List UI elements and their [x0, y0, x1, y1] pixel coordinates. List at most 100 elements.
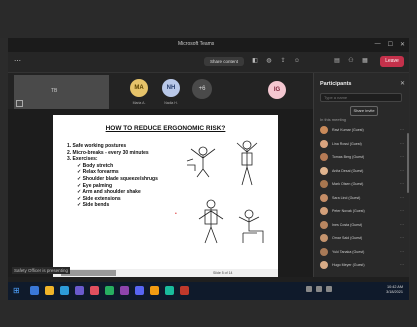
participant-row[interactable]: Ines Costa (Guest) ⋯	[318, 220, 406, 231]
participant-more-icon[interactable]: ⋯	[400, 127, 404, 132]
participant-more-icon[interactable]: ⋯	[400, 181, 404, 186]
taskbar-app-icon[interactable]	[30, 286, 39, 295]
video-tile[interactable]: TB	[14, 75, 109, 109]
share-content-pill[interactable]: Share content	[204, 57, 244, 66]
taskbar-app-icon[interactable]	[45, 286, 54, 295]
presentation-slide: HOW TO REDUCE ERGONOMIC RISK? 1. Safe wo…	[53, 115, 278, 275]
system-tray	[306, 286, 332, 292]
windows-start-icon[interactable]: ⊞	[13, 286, 22, 295]
participant-row[interactable]: Hugo Meyer (Guest) ⋯	[318, 260, 406, 271]
participant-name: Ines Costa (Guest)	[332, 222, 363, 227]
view-icon[interactable]: ▦	[361, 57, 369, 65]
meeting-toolbar: ⋯ Share content ◧ ◍ ⇪ ☺ ▤ ⚇ ▦ Leave	[8, 52, 409, 73]
participant-row[interactable]: Ravi Kumar (Guest) ⋯	[318, 125, 406, 136]
participant-name: Anita Desai (Guest)	[332, 168, 364, 173]
participant-row[interactable]: Yuki Tanaka (Guest) ⋯	[318, 247, 406, 258]
maximize-icon[interactable]: ☐	[388, 41, 393, 48]
participant-avatar	[320, 247, 328, 256]
system-clock[interactable]: 10:42 AM 3/18/2021	[386, 285, 403, 295]
taskbar-app-icon[interactable]	[180, 286, 189, 295]
taskbar-app-icon[interactable]	[60, 286, 69, 295]
participant-avatar	[320, 126, 328, 134]
participant-more-icon[interactable]: ⋯	[400, 222, 404, 227]
participants-icon[interactable]: ⚇	[347, 57, 355, 65]
share-icon[interactable]: ⇪	[279, 57, 287, 65]
reactions-icon[interactable]: ☺	[293, 57, 301, 65]
participant-more-icon[interactable]: ⋯	[400, 195, 404, 200]
participant-more-icon[interactable]: ⋯	[400, 208, 404, 213]
slide-bullet-item: ✓ Side bends	[77, 202, 110, 209]
avatar-ig[interactable]: IG	[268, 81, 286, 99]
pin-icon[interactable]	[16, 100, 23, 107]
panel-title: Participants	[320, 81, 352, 87]
shoulder-exercise-illustration	[198, 199, 224, 244]
taskbar-app-icon[interactable]	[135, 286, 144, 295]
mic-icon[interactable]: ◍	[265, 57, 273, 65]
participant-more-icon[interactable]: ⋯	[400, 154, 404, 159]
participant-name: Yuki Tanaka (Guest)	[332, 249, 365, 254]
slide-bullet-item: ✓ Side extensions	[77, 195, 121, 202]
participant-row[interactable]: Anita Desai (Guest) ⋯	[318, 166, 406, 177]
panel-scrollbar[interactable]	[407, 133, 409, 193]
battery-icon[interactable]	[326, 286, 332, 292]
taskbar-app-icon[interactable]	[150, 286, 159, 295]
participant-avatar	[320, 166, 328, 175]
standing-figure-illustration	[236, 140, 258, 186]
avatar-nh[interactable]: NH	[162, 79, 180, 97]
participant-avatar	[320, 139, 328, 148]
close-icon[interactable]: ✕	[400, 80, 405, 87]
participants-panel: Participants ✕ Share invite In this meet…	[313, 73, 409, 277]
toolbar-right-icons: ▤ ⚇ ▦	[333, 57, 369, 65]
shared-content-area: HOW TO REDUCE ERGONOMIC RISK? 1. Safe wo…	[8, 109, 313, 277]
participant-more-icon[interactable]: ⋯	[400, 249, 404, 254]
participant-name: Sara Lind (Guest)	[332, 195, 361, 200]
camera-icon[interactable]: ◧	[251, 57, 259, 65]
participant-row[interactable]: Mark Olsen (Guest) ⋯	[318, 179, 406, 190]
participant-avatar	[320, 193, 328, 202]
slide-bullet-item: ✓ Relax forearms	[77, 169, 119, 176]
taskbar-app-icon[interactable]	[75, 286, 84, 295]
chat-icon[interactable]: ▤	[333, 57, 341, 65]
leave-button[interactable]: Leave	[380, 56, 404, 67]
slide-bullet-list: 1. Safe working postures 2. Micro-breaks …	[67, 143, 158, 209]
share-invite-button[interactable]: Share invite	[350, 106, 378, 116]
presenter-label: Safety Officer is presenting	[12, 267, 70, 274]
participant-more-icon[interactable]: ⋯	[400, 168, 404, 173]
avatar-ma-label: Maria A.	[132, 101, 146, 105]
avatar-ma[interactable]: MA	[130, 79, 148, 97]
participant-more-icon[interactable]: ⋯	[400, 262, 404, 267]
slide-bullet-item: ✓ Body stretch	[77, 162, 114, 169]
participant-row[interactable]: Omar Said (Guest) ⋯	[318, 233, 406, 244]
participant-row[interactable]: Lina Rossi (Guest) ⋯	[318, 139, 406, 150]
stretch-figure-illustration	[186, 146, 216, 178]
avatar-nh-label: Nadia H.	[164, 101, 178, 105]
volume-icon[interactable]	[316, 286, 322, 292]
participant-avatar	[320, 234, 328, 242]
minimize-icon[interactable]: —	[375, 41, 381, 48]
slide-page-indicator: Slide 5 of 14	[213, 271, 233, 275]
participant-row[interactable]: Tomas Berg (Guest) ⋯	[318, 152, 406, 163]
participant-row[interactable]: Sara Lind (Guest) ⋯	[318, 193, 406, 204]
participant-search-input[interactable]	[320, 93, 402, 102]
participant-name: Tomas Berg (Guest)	[332, 155, 365, 159]
participant-more-icon[interactable]: ⋯	[400, 235, 404, 240]
panel-section-heading: In this meeting	[320, 117, 347, 122]
taskbar-app-icon[interactable]	[165, 286, 174, 295]
clock-date: 3/18/2021	[386, 290, 403, 294]
taskbar-app-icon[interactable]	[90, 286, 99, 295]
participant-row[interactable]: Peter Novak (Guest) ⋯	[318, 206, 406, 217]
taskbar-app-icon[interactable]	[120, 286, 129, 295]
participant-more-icon[interactable]: ⋯	[400, 141, 404, 146]
slide-bullet-item: ✓ Arm and shoulder shake	[77, 189, 141, 196]
more-participants-bubble[interactable]: +6	[192, 79, 212, 99]
participant-avatar	[320, 207, 328, 215]
network-icon[interactable]	[306, 286, 312, 292]
slide-bullet-item: 3. Exercises:	[67, 156, 98, 163]
taskbar-app-icon[interactable]	[105, 286, 114, 295]
close-icon[interactable]: ✕	[400, 41, 405, 48]
slide-title: HOW TO REDUCE ERGONOMIC RISK?	[105, 125, 226, 132]
more-options-icon[interactable]: ⋯	[14, 57, 21, 65]
title-bar: Microsoft Teams — ☐ ✕	[8, 38, 409, 52]
participant-name: Omar Said (Guest)	[332, 236, 363, 240]
slide-bullet-item: 1. Safe working postures	[67, 143, 127, 149]
